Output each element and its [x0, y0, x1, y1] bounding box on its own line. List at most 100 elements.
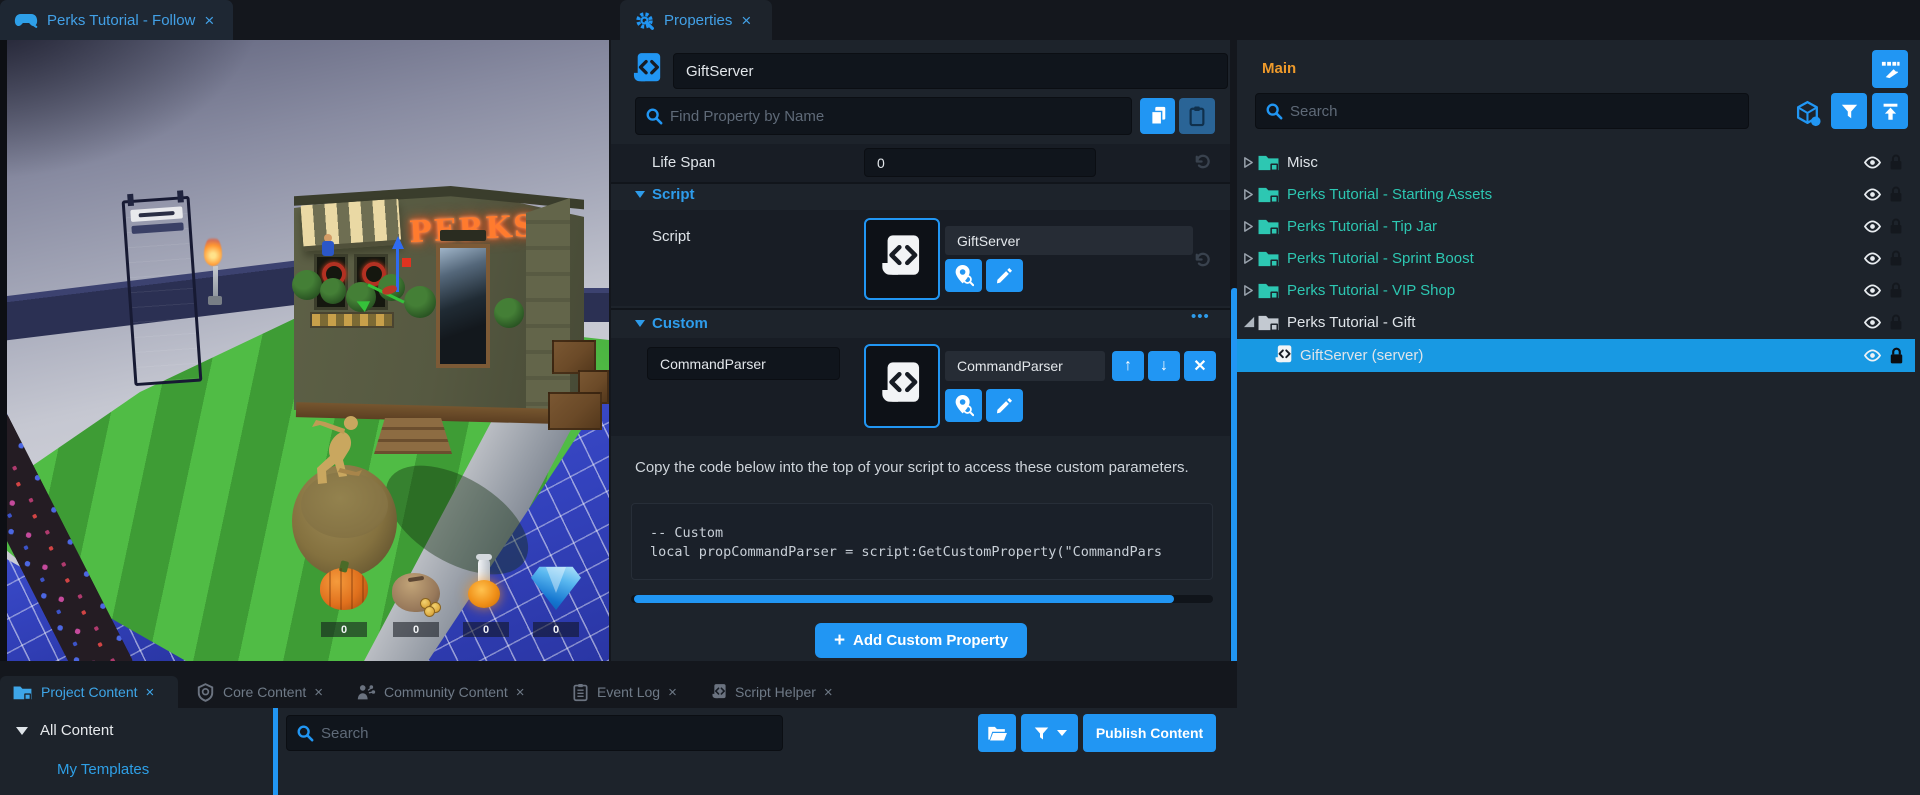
find-in-scene-button[interactable] — [945, 259, 982, 292]
hierarchy-filter-button[interactable] — [1831, 93, 1867, 129]
gear-icon — [634, 10, 655, 31]
content-filter-button[interactable] — [1021, 714, 1078, 752]
visibility-eye-icon[interactable] — [1863, 252, 1882, 265]
close-icon[interactable]: × — [516, 684, 525, 701]
lock-icon[interactable] — [1889, 218, 1903, 235]
chevron-right-icon[interactable] — [1243, 220, 1254, 233]
people-icon — [356, 683, 376, 701]
content-search-input[interactable] — [286, 715, 783, 751]
scene-name-label[interactable]: Main — [1262, 60, 1296, 77]
find-property-input[interactable] — [635, 97, 1132, 135]
scene-preview-button[interactable] — [1872, 50, 1908, 88]
find-property-search — [635, 97, 1132, 135]
gizmo-z-arrowhead[interactable] — [392, 236, 404, 249]
tab-script-helper[interactable]: Script Helper × — [700, 676, 855, 708]
my-templates-link[interactable]: My Templates — [57, 761, 149, 778]
log-list-icon — [572, 683, 589, 702]
chevron-right-icon[interactable] — [1243, 188, 1254, 201]
move-up-button[interactable]: ↑ — [1112, 351, 1144, 381]
chevron-expanded-icon[interactable] — [1243, 316, 1256, 329]
tab-core-content[interactable]: Core Content × — [184, 676, 339, 708]
folder-edit-icon — [12, 684, 33, 701]
collapse-all-button[interactable] — [1872, 93, 1908, 129]
custom-param-name-input[interactable] — [647, 347, 840, 380]
object-name-field[interactable] — [673, 53, 1228, 89]
life-span-input[interactable] — [864, 148, 1096, 177]
visibility-eye-icon[interactable] — [1863, 349, 1882, 362]
tab-project-content[interactable]: Project Content × — [0, 676, 178, 708]
new-folder-button[interactable] — [978, 714, 1016, 752]
find-in-scene-button[interactable] — [945, 389, 982, 422]
close-icon[interactable]: × — [314, 684, 323, 701]
chevron-right-icon[interactable] — [1243, 252, 1254, 265]
custom-asset-name-field[interactable] — [945, 351, 1105, 381]
add-custom-property-button[interactable]: + Add Custom Property — [815, 623, 1027, 658]
tab-properties[interactable]: Properties × — [620, 0, 772, 40]
script-section-caret[interactable] — [635, 191, 645, 198]
chevron-right-icon[interactable] — [1243, 156, 1254, 169]
close-icon[interactable]: × — [204, 12, 214, 29]
publish-content-button[interactable]: Publish Content — [1083, 714, 1216, 752]
core-editor-window: Perks Tutorial - Follow × Properties × H… — [0, 0, 1920, 795]
gizmo-z-axis[interactable] — [396, 248, 399, 292]
visibility-eye-icon[interactable] — [1863, 284, 1882, 297]
chevron-right-icon[interactable] — [1243, 284, 1254, 297]
visibility-eye-icon[interactable] — [1863, 188, 1882, 201]
gamepad-icon — [14, 11, 38, 29]
pencil-icon — [995, 266, 1014, 285]
delete-param-button[interactable]: ✕ — [1184, 351, 1216, 381]
custom-copy-hint: Copy the code below into the top of your… — [635, 458, 1210, 478]
sign-header — [130, 206, 183, 222]
horizontal-scrollbar[interactable] — [631, 595, 1213, 603]
lock-icon[interactable] — [1889, 314, 1903, 331]
hierarchy-search — [1255, 93, 1749, 129]
all-content-toggle[interactable]: All Content — [16, 722, 113, 739]
edit-script-button[interactable] — [986, 259, 1023, 292]
caret-down-icon — [1057, 730, 1067, 736]
move-down-button[interactable]: ↓ — [1148, 351, 1180, 381]
3d-viewport[interactable]: PERKS — [0, 40, 609, 661]
lock-icon[interactable] — [1889, 347, 1904, 365]
hierarchy-row-tip-jar[interactable]: Perks Tutorial - Tip Jar — [1237, 210, 1920, 242]
hierarchy-row-starting-assets[interactable]: Perks Tutorial - Starting Assets — [1237, 178, 1920, 210]
lock-icon[interactable] — [1889, 250, 1903, 267]
code-snippet-block[interactable]: -- Custom local propCommandParser = scri… — [631, 503, 1213, 580]
hierarchy-row-gift[interactable]: Perks Tutorial - Gift — [1237, 306, 1920, 338]
hierarchy-row-vip-shop[interactable]: Perks Tutorial - VIP Shop — [1237, 274, 1920, 306]
hierarchy-search-input[interactable] — [1255, 93, 1749, 129]
visibility-eye-icon[interactable] — [1863, 316, 1882, 329]
visibility-eye-icon[interactable] — [1863, 156, 1882, 169]
close-icon[interactable]: × — [146, 684, 155, 701]
lock-icon[interactable] — [1889, 282, 1903, 299]
visibility-eye-icon[interactable] — [1863, 220, 1882, 233]
close-icon[interactable]: × — [668, 684, 677, 701]
paste-properties-button[interactable] — [1179, 98, 1215, 134]
lock-icon[interactable] — [1889, 154, 1903, 171]
funnel-icon — [1033, 726, 1050, 741]
folder-icon — [1257, 153, 1280, 172]
reset-icon[interactable] — [1193, 250, 1212, 269]
tab-viewport[interactable]: Perks Tutorial - Follow × — [0, 0, 233, 40]
script-asset-thumbnail[interactable] — [864, 218, 940, 300]
reset-icon[interactable] — [1193, 152, 1212, 171]
bush — [292, 270, 322, 300]
custom-asset-thumbnail[interactable] — [864, 344, 940, 428]
tab-community-content[interactable]: Community Content × — [344, 676, 554, 708]
hierarchy-row-sprint-boost[interactable]: Perks Tutorial - Sprint Boost — [1237, 242, 1920, 274]
shop-door-sign — [440, 230, 486, 241]
script-asset-name-field[interactable] — [945, 226, 1193, 255]
close-icon[interactable]: × — [824, 684, 833, 701]
upload-arrow-icon — [1881, 102, 1900, 121]
hierarchy-row-misc[interactable]: Misc — [1237, 146, 1920, 178]
copy-properties-button[interactable] — [1140, 98, 1175, 134]
scrollbar-thumb[interactable] — [634, 595, 1174, 603]
close-icon[interactable]: × — [741, 12, 751, 29]
custom-section-menu[interactable]: ••• — [1191, 308, 1210, 325]
hierarchy-row-giftserver-selected[interactable]: GiftServer (server) — [1237, 339, 1915, 372]
custom-section-caret[interactable] — [635, 320, 645, 327]
edit-custom-script-button[interactable] — [986, 389, 1023, 422]
tab-event-log[interactable]: Event Log × — [560, 676, 695, 708]
gizmo-plane-handle[interactable] — [402, 258, 411, 267]
panel-splitter[interactable] — [273, 708, 278, 795]
lock-icon[interactable] — [1889, 186, 1903, 203]
